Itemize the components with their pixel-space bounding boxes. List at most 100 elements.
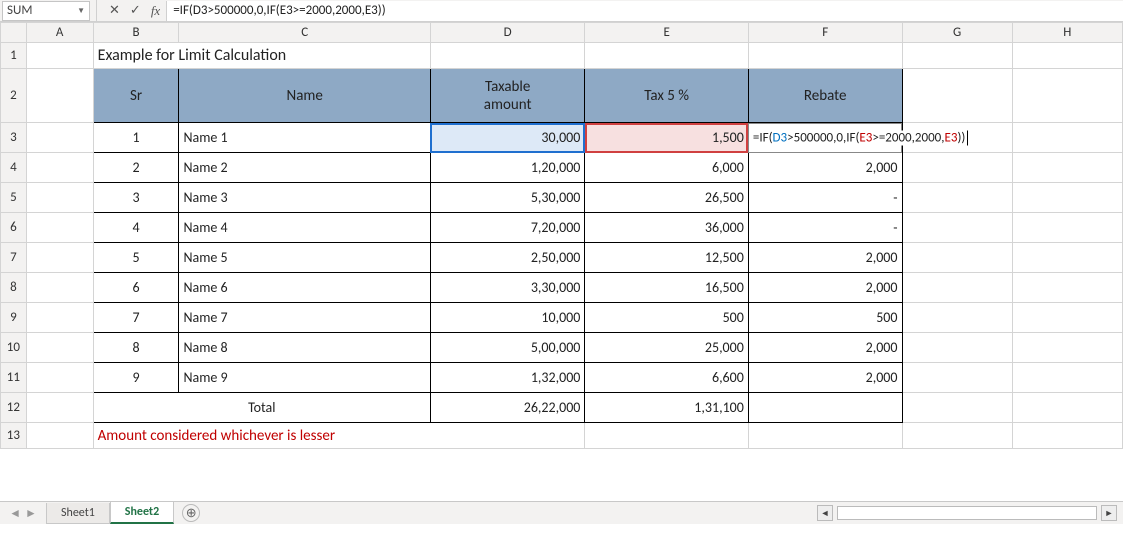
cell-rebate-editing[interactable]: =IF(D3>500000,0,IF(E3>=2000,2000,E3)) [748,123,902,153]
column-header[interactable]: D [430,23,584,43]
cell[interactable] [26,333,93,363]
cell[interactable] [1012,243,1122,273]
cell[interactable] [26,243,93,273]
row-header[interactable]: 13 [1,423,27,449]
cell[interactable] [902,363,1012,393]
cell-tax[interactable]: 6,600 [585,363,748,393]
cell-tax[interactable]: 16,500 [585,273,748,303]
cell-taxable[interactable]: 10,000 [430,303,584,333]
select-all-corner[interactable] [1,23,27,43]
row-header[interactable]: 11 [1,363,27,393]
cell[interactable] [902,243,1012,273]
tab-next-icon[interactable]: ► [25,506,37,521]
cell-name[interactable]: Name 7 [179,303,430,333]
cell[interactable] [430,43,584,69]
row-header[interactable]: 4 [1,153,27,183]
cell-sr[interactable]: 1 [93,123,179,153]
cell-taxable[interactable]: 7,20,000 [430,213,584,243]
cell[interactable] [26,123,93,153]
cell-name[interactable]: Name 2 [179,153,430,183]
chevron-down-icon[interactable]: ▼ [77,6,85,16]
cell-sr[interactable]: 9 [93,363,179,393]
tab-sheet2[interactable]: Sheet2 [110,502,174,524]
cell[interactable] [1012,123,1122,153]
cell[interactable] [1012,153,1122,183]
row-header[interactable]: 7 [1,243,27,273]
cell-sr[interactable]: 4 [93,213,179,243]
cell[interactable] [1012,273,1122,303]
cell[interactable] [1012,183,1122,213]
cell[interactable] [26,183,93,213]
tab-prev-icon[interactable]: ◄ [9,506,21,521]
cell-total-taxable[interactable]: 26,22,000 [430,393,584,423]
cell[interactable] [1012,213,1122,243]
cell[interactable] [1012,303,1122,333]
cell-name[interactable]: Name 4 [179,213,430,243]
cell-taxable[interactable]: 5,00,000 [430,333,584,363]
cell-rebate[interactable]: 500 [748,303,902,333]
cell-total-tax[interactable]: 1,31,100 [585,393,748,423]
cell-name[interactable]: Name 8 [179,333,430,363]
row-header[interactable]: 8 [1,273,27,303]
cell-sr[interactable]: 8 [93,333,179,363]
cell-rebate[interactable]: 2,000 [748,363,902,393]
cell-sr[interactable]: 5 [93,243,179,273]
cell[interactable] [26,43,93,69]
row-header[interactable]: 1 [1,43,27,69]
cell-taxable-ref[interactable]: 30,000 [430,123,584,153]
cell-rebate[interactable]: 2,000 [748,153,902,183]
scroll-track[interactable] [837,506,1097,520]
cell[interactable] [585,423,748,449]
column-header[interactable]: B [93,23,179,43]
cell-sr[interactable]: 7 [93,303,179,333]
cell-tax[interactable]: 25,000 [585,333,748,363]
cell-rebate[interactable]: 2,000 [748,273,902,303]
grid[interactable]: A B C D E F G H 1 Example for Limit Calc… [0,22,1123,449]
cell-sr[interactable]: 2 [93,153,179,183]
cell[interactable] [902,393,1012,423]
cell[interactable] [902,183,1012,213]
column-header[interactable]: F [748,23,902,43]
cell[interactable] [26,213,93,243]
cell-rebate[interactable]: - [748,213,902,243]
cell[interactable] [902,69,1012,123]
cell-tax-ref[interactable]: 1,500 [585,123,748,153]
cell[interactable] [748,423,902,449]
accept-button[interactable]: ✓ [130,3,141,18]
cell[interactable] [26,363,93,393]
row-header[interactable]: 3 [1,123,27,153]
cell-sr[interactable]: 6 [93,273,179,303]
col-header-taxable[interactable]: Taxable amount [430,69,584,123]
cell[interactable] [1012,423,1122,449]
row-header[interactable]: 10 [1,333,27,363]
row-header[interactable]: 12 [1,393,27,423]
cell[interactable] [1012,363,1122,393]
cell-name[interactable]: Name 1 [179,123,430,153]
col-header-rebate[interactable]: Rebate [748,69,902,123]
cell-rebate[interactable]: - [748,183,902,213]
cell[interactable] [748,43,902,69]
col-header-tax[interactable]: Tax 5 % [585,69,748,123]
column-header[interactable]: A [26,23,93,43]
cell[interactable] [26,393,93,423]
formula-input[interactable]: =IF(D3>500000,0,IF(E3>=2000,2000,E3)) [166,1,1123,21]
column-header[interactable]: H [1012,23,1122,43]
cell[interactable] [902,423,1012,449]
col-header-sr[interactable]: Sr [93,69,179,123]
tab-sheet1[interactable]: Sheet1 [46,503,110,524]
col-header-name[interactable]: Name [179,69,430,123]
cell-tax[interactable]: 26,500 [585,183,748,213]
cell[interactable] [902,43,1012,69]
row-header[interactable]: 5 [1,183,27,213]
cell[interactable] [1012,333,1122,363]
cell-tax[interactable]: 500 [585,303,748,333]
cell[interactable] [1012,43,1122,69]
cell[interactable] [902,303,1012,333]
cell[interactable] [26,423,93,449]
fx-icon[interactable]: fx [151,3,160,19]
cell-name[interactable]: Name 3 [179,183,430,213]
cell[interactable] [902,333,1012,363]
cell-tax[interactable]: 6,000 [585,153,748,183]
cell-tax[interactable]: 12,500 [585,243,748,273]
column-header[interactable]: G [902,23,1012,43]
